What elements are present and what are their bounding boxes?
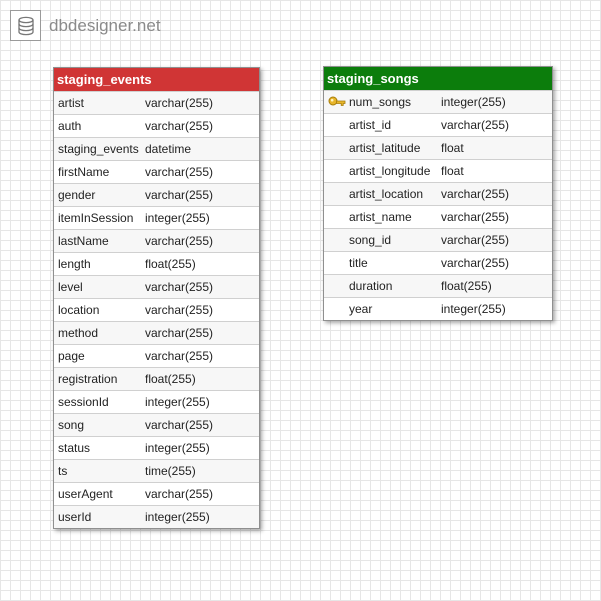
column-type: varchar(255)	[145, 96, 214, 110]
column-name: artist_latitude	[349, 141, 421, 155]
column-name: level	[58, 280, 83, 294]
column-list: num_songs integer(255) artist_id varchar(25…	[324, 90, 552, 320]
column-name: artist_id	[349, 118, 392, 132]
table-row[interactable]: firstName varchar(255)	[54, 160, 259, 183]
table-row[interactable]: sessionId integer(255)	[54, 390, 259, 413]
column-type: varchar(255)	[145, 349, 214, 363]
table-row[interactable]: song varchar(255)	[54, 413, 259, 436]
table-row[interactable]: userAgent varchar(255)	[54, 482, 259, 505]
column-name: num_songs	[349, 95, 412, 109]
column-type: integer(255)	[145, 211, 210, 225]
column-type: varchar(255)	[145, 165, 214, 179]
table-row[interactable]: lastName varchar(255)	[54, 229, 259, 252]
column-type: varchar(255)	[145, 326, 214, 340]
column-list: artist varchar(255) auth varchar(255) stagin…	[54, 91, 259, 528]
column-name: title	[349, 256, 368, 270]
column-type: float(255)	[441, 279, 492, 293]
brand-name: dbdesigner.net	[49, 15, 161, 35]
column-type: float(255)	[145, 257, 196, 271]
column-type: float	[441, 164, 464, 178]
table-row[interactable]: artist varchar(255)	[54, 91, 259, 114]
column-name: song_id	[349, 233, 392, 247]
column-type: varchar(255)	[145, 487, 214, 501]
column-name: artist_location	[349, 187, 424, 201]
column-type: varchar(255)	[441, 118, 510, 132]
column-name: staging_events	[58, 142, 139, 156]
column-name: ts	[58, 464, 68, 478]
brand-logo[interactable]: dbdesigner.net	[10, 10, 161, 41]
column-name: artist	[58, 96, 85, 110]
primary-key-icon	[324, 95, 349, 109]
table-row[interactable]: page varchar(255)	[54, 344, 259, 367]
table-row[interactable]: level varchar(255)	[54, 275, 259, 298]
column-name: lastName	[58, 234, 109, 248]
column-name: song	[58, 418, 85, 432]
column-name: length	[58, 257, 91, 271]
table-row[interactable]: artist_id varchar(255)	[324, 113, 552, 136]
table-row[interactable]: registration float(255)	[54, 367, 259, 390]
table-header[interactable]: staging_events	[54, 68, 259, 91]
table-row[interactable]: itemInSession integer(255)	[54, 206, 259, 229]
column-name: duration	[349, 279, 393, 293]
column-type: integer(255)	[145, 441, 210, 455]
table-row[interactable]: userId integer(255)	[54, 505, 259, 528]
table-row[interactable]: ts time(255)	[54, 459, 259, 482]
table-header[interactable]: staging_songs	[324, 67, 552, 90]
column-name: year	[349, 302, 373, 316]
column-type: time(255)	[145, 464, 196, 478]
table-row[interactable]: artist_latitude float	[324, 136, 552, 159]
column-name: page	[58, 349, 85, 363]
table-row[interactable]: staging_events datetime	[54, 137, 259, 160]
column-name: status	[58, 441, 91, 455]
column-type: integer(255)	[145, 510, 210, 524]
column-name: artist_longitude	[349, 164, 431, 178]
table-staging-songs[interactable]: staging_songs num_songs integer(255) artis…	[323, 66, 553, 321]
column-type: integer(255)	[441, 302, 506, 316]
column-type: varchar(255)	[145, 234, 214, 248]
column-name: userId	[58, 510, 92, 524]
column-type: varchar(255)	[145, 119, 214, 133]
column-name: registration	[58, 372, 118, 386]
table-row[interactable]: year integer(255)	[324, 297, 552, 320]
table-row[interactable]: title varchar(255)	[324, 251, 552, 274]
table-row[interactable]: status integer(255)	[54, 436, 259, 459]
column-name: artist_name	[349, 210, 412, 224]
column-name: location	[58, 303, 100, 317]
database-icon	[10, 10, 41, 41]
table-row[interactable]: method varchar(255)	[54, 321, 259, 344]
column-name: method	[58, 326, 99, 340]
column-name: itemInSession	[58, 211, 134, 225]
table-row[interactable]: length float(255)	[54, 252, 259, 275]
column-type: varchar(255)	[441, 210, 510, 224]
column-name: firstName	[58, 165, 110, 179]
column-type: float(255)	[145, 372, 196, 386]
column-type: float	[441, 141, 464, 155]
column-name: userAgent	[58, 487, 113, 501]
table-row[interactable]: auth varchar(255)	[54, 114, 259, 137]
table-row[interactable]: artist_name varchar(255)	[324, 205, 552, 228]
column-type: integer(255)	[145, 395, 210, 409]
table-row[interactable]: location varchar(255)	[54, 298, 259, 321]
column-type: datetime	[145, 142, 192, 156]
table-row[interactable]: num_songs integer(255)	[324, 90, 552, 113]
column-name: auth	[58, 119, 82, 133]
table-title: staging_songs	[327, 71, 419, 86]
table-row[interactable]: song_id varchar(255)	[324, 228, 552, 251]
column-name: sessionId	[58, 395, 109, 409]
column-type: integer(255)	[441, 95, 506, 109]
table-title: staging_events	[57, 72, 152, 87]
table-row[interactable]: duration float(255)	[324, 274, 552, 297]
column-type: varchar(255)	[145, 303, 214, 317]
table-row[interactable]: artist_longitude float	[324, 159, 552, 182]
column-type: varchar(255)	[145, 418, 214, 432]
column-type: varchar(255)	[145, 280, 214, 294]
column-name: gender	[58, 188, 96, 202]
column-type: varchar(255)	[441, 233, 510, 247]
table-staging-events[interactable]: staging_events artist varchar(255) auth var…	[53, 67, 260, 529]
table-row[interactable]: gender varchar(255)	[54, 183, 259, 206]
table-row[interactable]: artist_location varchar(255)	[324, 182, 552, 205]
column-type: varchar(255)	[441, 256, 510, 270]
column-type: varchar(255)	[145, 188, 214, 202]
column-type: varchar(255)	[441, 187, 510, 201]
